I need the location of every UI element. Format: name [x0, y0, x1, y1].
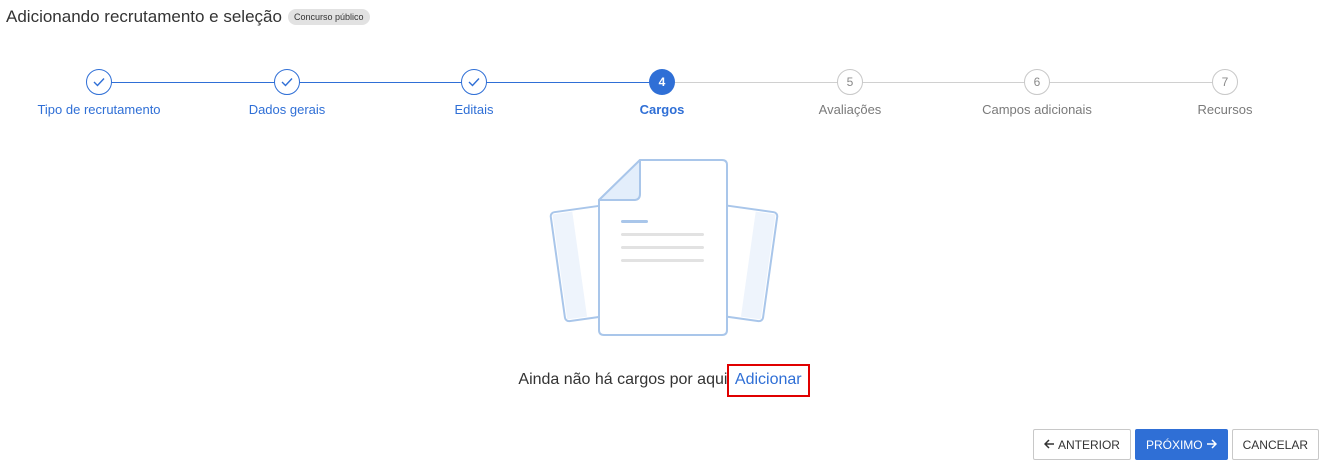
cancel-button[interactable]: CANCELAR — [1231, 429, 1319, 460]
cancel-button-label: CANCELAR — [1242, 437, 1308, 452]
step-editais[interactable]: Editais — [374, 69, 574, 117]
check-icon — [274, 69, 300, 95]
step-avaliacoes[interactable]: 5 Avaliações — [750, 69, 950, 117]
step-label: Dados gerais — [248, 102, 326, 117]
step-tipo-de-recrutamento[interactable]: Tipo de recrutamento — [0, 69, 199, 117]
empty-state-text: Ainda não há cargos por aqui — [518, 371, 728, 388]
step-label: Editais — [454, 102, 494, 117]
add-cargo-link[interactable]: Adicionar — [726, 364, 810, 397]
step-cargos[interactable]: 4 Cargos — [562, 69, 762, 117]
check-icon — [461, 69, 487, 95]
arrow-left-icon — [1043, 438, 1055, 452]
step-label: Cargos — [639, 102, 685, 117]
next-button-label: PRÓXIMO — [1145, 437, 1203, 452]
step-dados-gerais[interactable]: Dados gerais — [187, 69, 387, 117]
previous-button[interactable]: ANTERIOR — [1032, 429, 1131, 460]
step-number: 7 — [1212, 69, 1238, 95]
previous-button-label: ANTERIOR — [1057, 437, 1120, 452]
step-recursos[interactable]: 7 Recursos — [1125, 69, 1325, 117]
step-label: Tipo de recrutamento — [37, 102, 161, 117]
footer-actions: ANTERIOR PRÓXIMO CANCELAR — [1032, 429, 1319, 460]
stepper: Tipo de recrutamento Dados gerais Editai… — [0, 0, 1328, 130]
step-number: 4 — [649, 69, 675, 95]
next-button[interactable]: PRÓXIMO — [1134, 429, 1228, 460]
step-label: Avaliações — [818, 102, 882, 117]
arrow-right-icon — [1206, 438, 1217, 452]
step-label: Campos adicionais — [982, 102, 1092, 117]
empty-documents-icon — [548, 156, 780, 345]
check-icon — [86, 69, 112, 95]
step-label: Recursos — [1197, 102, 1253, 117]
step-number: 6 — [1024, 69, 1050, 95]
step-number: 5 — [837, 69, 863, 95]
step-campos-adicionais[interactable]: 6 Campos adicionais — [937, 69, 1137, 117]
empty-state: Ainda não há cargos por aqui Adicionar — [0, 364, 1328, 397]
